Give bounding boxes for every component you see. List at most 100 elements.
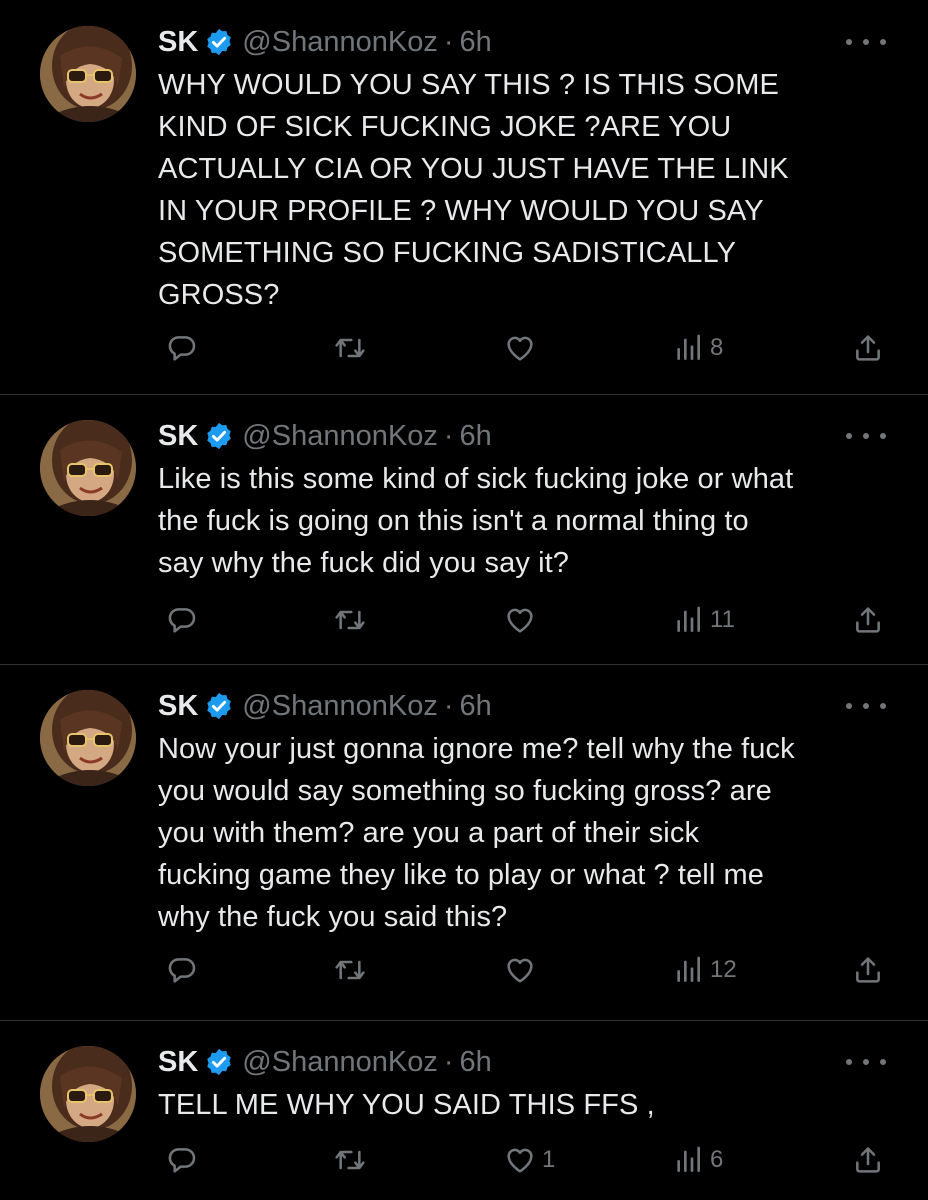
display-name[interactable]: SK xyxy=(158,1046,198,1079)
avatar[interactable] xyxy=(40,1046,136,1142)
tweet-text: TELL ME WHY YOU SAID THIS FFS , xyxy=(158,1084,898,1126)
display-name[interactable]: SK xyxy=(158,26,198,59)
separator-dot: · xyxy=(443,25,454,58)
like-button[interactable]: 1 xyxy=(498,1140,555,1180)
share-icon xyxy=(852,604,884,636)
tweet-actions: 16 xyxy=(0,1140,928,1180)
tweet-text-line: ACTUALLY CIA OR YOU JUST HAVE THE LINK xyxy=(158,153,789,185)
tweet-header: SK @ShannonKoz · 6h xyxy=(158,416,492,456)
views-count: 6 xyxy=(710,1146,724,1173)
like-button[interactable] xyxy=(498,328,542,368)
tweet-header: SK @ShannonKoz · 6h xyxy=(158,22,492,62)
views-count: 12 xyxy=(710,956,737,983)
avatar[interactable] xyxy=(40,26,136,122)
reply-button[interactable] xyxy=(160,1140,204,1180)
timestamp[interactable]: 6h xyxy=(460,26,492,59)
more-options-icon[interactable] xyxy=(846,32,886,52)
tweet-text-line: GROSS? xyxy=(158,279,280,311)
retweet-button[interactable] xyxy=(328,950,372,990)
verified-badge-icon xyxy=(204,1047,234,1077)
separator-dot: · xyxy=(443,419,454,452)
like-count: 1 xyxy=(542,1146,556,1173)
reply-icon xyxy=(166,332,198,364)
share-button[interactable] xyxy=(846,328,884,368)
tweet-text-line: IN YOUR PROFILE ? WHY WOULD YOU SAY xyxy=(158,195,764,227)
tweet-header: SK @ShannonKoz · 6h xyxy=(158,686,492,726)
separator-dot: · xyxy=(443,1045,454,1078)
views-button[interactable]: 12 xyxy=(666,950,737,990)
retweet-icon xyxy=(334,954,366,986)
retweet-button[interactable] xyxy=(328,600,372,640)
display-name[interactable]: SK xyxy=(158,690,198,723)
views-button[interactable]: 11 xyxy=(666,600,735,640)
tweet-text-line: why the fuck you said this? xyxy=(158,901,508,933)
share-icon xyxy=(852,1144,884,1176)
user-handle[interactable]: @ShannonKoz xyxy=(242,1046,438,1079)
views-button[interactable]: 8 xyxy=(666,328,723,368)
more-options-icon[interactable] xyxy=(846,426,886,446)
verified-badge-icon xyxy=(204,691,234,721)
like-icon xyxy=(504,1144,536,1176)
more-options-icon[interactable] xyxy=(846,696,886,716)
share-button[interactable] xyxy=(846,1140,884,1180)
tweet-text: WHY WOULD YOU SAY THIS ? IS THIS SOME KIN… xyxy=(158,64,898,316)
separator-dot: · xyxy=(443,689,454,722)
tweet-text-line: KIND OF SICK FUCKING JOKE ?ARE YOU xyxy=(158,111,732,143)
like-button[interactable] xyxy=(498,950,542,990)
retweet-button[interactable] xyxy=(328,328,372,368)
tweet-text-line: TELL ME WHY YOU SAID THIS FFS , xyxy=(158,1089,655,1121)
display-name[interactable]: SK xyxy=(158,420,198,453)
views-icon xyxy=(672,332,704,364)
tweet-actions: 8 xyxy=(0,328,928,368)
views-icon xyxy=(672,954,704,986)
verified-badge-icon xyxy=(204,421,234,451)
tweet-text-line: you with them? are you a part of their s… xyxy=(158,817,700,849)
tweet-divider xyxy=(0,1020,928,1021)
timestamp[interactable]: 6h xyxy=(460,690,492,723)
like-icon xyxy=(504,332,536,364)
tweet-text: Now your just gonna ignore me? tell why … xyxy=(158,728,898,938)
user-handle[interactable]: @ShannonKoz xyxy=(242,26,438,59)
views-icon xyxy=(672,604,704,636)
user-handle[interactable]: @ShannonKoz xyxy=(242,420,438,453)
views-count: 8 xyxy=(710,334,724,361)
views-button[interactable]: 6 xyxy=(666,1140,723,1180)
tweet-text-line: Like is this some kind of sick fucking j… xyxy=(158,463,794,495)
tweet-actions: 11 xyxy=(0,600,928,640)
tweet-header: SK @ShannonKoz · 6h xyxy=(158,1042,492,1082)
like-icon xyxy=(504,954,536,986)
tweet-text: Like is this some kind of sick fucking j… xyxy=(158,458,898,584)
tweet-text-line: the fuck is going on this isn't a normal… xyxy=(158,505,749,537)
retweet-icon xyxy=(334,1144,366,1176)
retweet-icon xyxy=(334,604,366,636)
like-button[interactable] xyxy=(498,600,542,640)
reply-icon xyxy=(166,604,198,636)
verified-badge-icon xyxy=(204,27,234,57)
views-icon xyxy=(672,1144,704,1176)
like-icon xyxy=(504,604,536,636)
tweet-text-line: WHY WOULD YOU SAY THIS ? IS THIS SOME xyxy=(158,69,779,101)
user-handle[interactable]: @ShannonKoz xyxy=(242,690,438,723)
reply-button[interactable] xyxy=(160,600,204,640)
retweet-button[interactable] xyxy=(328,1140,372,1180)
reply-button[interactable] xyxy=(160,328,204,368)
share-button[interactable] xyxy=(846,600,884,640)
reply-icon xyxy=(166,1144,198,1176)
more-options-icon[interactable] xyxy=(846,1052,886,1072)
timestamp[interactable]: 6h xyxy=(460,420,492,453)
share-button[interactable] xyxy=(846,950,884,990)
avatar[interactable] xyxy=(40,420,136,516)
tweet-divider xyxy=(0,394,928,395)
timestamp[interactable]: 6h xyxy=(460,1046,492,1079)
tweet-text-line: say why the fuck did you say it? xyxy=(158,547,570,579)
tweet-text-line: fucking game they like to play or what ?… xyxy=(158,859,765,891)
retweet-icon xyxy=(334,332,366,364)
tweet-text-line: SOMETHING SO FUCKING SADISTICALLY xyxy=(158,237,737,269)
reply-icon xyxy=(166,954,198,986)
tweet-text-line: you would say something so fucking gross… xyxy=(158,775,772,807)
reply-button[interactable] xyxy=(160,950,204,990)
tweet-divider xyxy=(0,664,928,665)
avatar[interactable] xyxy=(40,690,136,786)
tweet-actions: 12 xyxy=(0,950,928,990)
share-icon xyxy=(852,954,884,986)
